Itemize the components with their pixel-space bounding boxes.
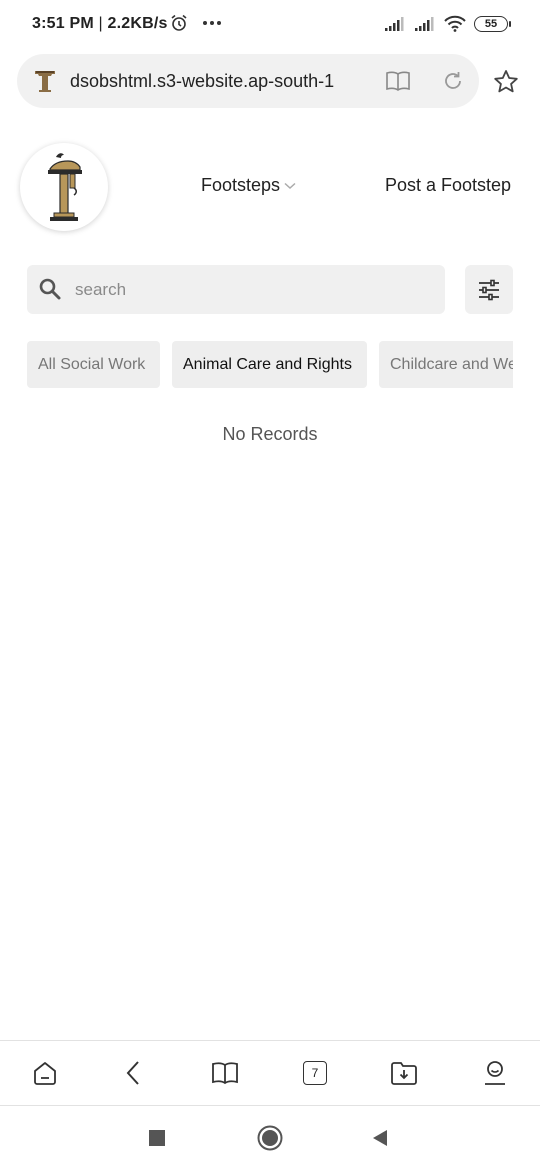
status-time: 3:51 PM | 2.2KB/s — [32, 15, 168, 33]
nav-post-footstep-link[interactable]: Post a Footstep — [385, 175, 511, 196]
tabs-button[interactable]: 7 — [300, 1058, 330, 1088]
star-icon[interactable] — [492, 68, 520, 96]
back-nav-button[interactable] — [366, 1124, 394, 1152]
search-icon — [39, 278, 61, 300]
downloads-icon — [391, 1062, 417, 1085]
chip-label: Childcare and Welfare — [390, 355, 513, 373]
chip-all-social-work[interactable]: All Social Work — [27, 341, 160, 388]
recents-icon — [149, 1130, 165, 1146]
site-logo[interactable] — [20, 143, 108, 231]
sliders-icon — [479, 279, 499, 300]
separator: | — [98, 15, 108, 32]
address-bar[interactable]: dsobshtml.s3-website.ap-south-1 — [17, 54, 479, 108]
home-nav-button[interactable] — [256, 1124, 284, 1152]
back-triangle-icon — [373, 1130, 387, 1146]
chip-animal-care[interactable]: Animal Care and Rights — [172, 341, 367, 388]
browser-bottom-toolbar: 7 — [0, 1040, 540, 1106]
alarm-icon — [171, 14, 187, 31]
reader-mode-icon[interactable] — [385, 70, 411, 92]
nav-footsteps-dropdown[interactable]: Footsteps — [201, 175, 296, 196]
clock-text: 3:51 PM — [32, 15, 94, 32]
back-icon — [126, 1061, 139, 1085]
bookmarks-icon — [212, 1062, 238, 1085]
category-chip-row[interactable]: All Social Work Animal Care and Rights C… — [27, 341, 513, 388]
nav-footsteps-label: Footsteps — [201, 175, 281, 195]
downloads-button[interactable] — [389, 1058, 419, 1088]
home-circle-icon — [257, 1125, 283, 1151]
filter-button[interactable] — [465, 265, 513, 314]
signal-icon — [385, 16, 404, 31]
home-button[interactable] — [30, 1058, 60, 1088]
empty-state-message: No Records — [222, 424, 318, 444]
url-text[interactable]: dsobshtml.s3-website.ap-south-1 — [70, 71, 370, 92]
tabs-count-text: 7 — [311, 1066, 319, 1080]
chip-label: All Social Work — [38, 355, 146, 373]
battery-icon: 55 — [474, 15, 511, 32]
reload-icon[interactable] — [441, 69, 465, 93]
lamp-logo-icon — [48, 153, 82, 221]
network-speed-text: 2.2KB/s — [107, 15, 168, 32]
more-dots-icon — [203, 21, 221, 25]
android-navigation-bar — [0, 1106, 540, 1170]
recents-button[interactable] — [143, 1124, 171, 1152]
profile-button[interactable] — [480, 1058, 510, 1088]
chevron-down-icon — [284, 182, 296, 189]
status-icons-left — [170, 14, 222, 32]
search-input[interactable] — [75, 265, 435, 314]
search-box[interactable] — [27, 265, 445, 314]
signal-icon — [415, 16, 434, 31]
tabs-icon: 7 — [303, 1061, 327, 1085]
status-icons-right: 55 — [384, 15, 511, 32]
wifi-icon — [444, 15, 466, 32]
bookmarks-button[interactable] — [210, 1058, 240, 1088]
profile-icon — [485, 1061, 505, 1085]
chip-label: Animal Care and Rights — [183, 355, 352, 373]
back-button[interactable] — [119, 1058, 149, 1088]
chip-childcare[interactable]: Childcare and Welfare — [379, 341, 513, 388]
status-bar: 3:51 PM | 2.2KB/s 55 — [0, 0, 540, 50]
battery-level: 55 — [484, 17, 498, 30]
site-favicon — [35, 71, 55, 92]
home-icon — [34, 1062, 56, 1085]
